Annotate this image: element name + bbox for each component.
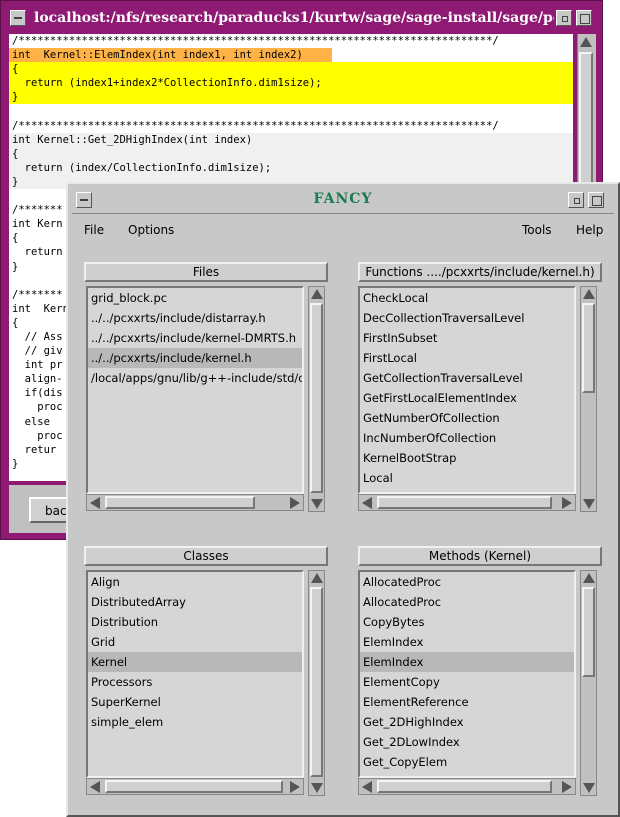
menu-file[interactable]: File <box>84 223 104 237</box>
scroll-thumb[interactable] <box>582 587 595 677</box>
menubar: File Options Tools Help <box>72 216 614 242</box>
files-vertical-scrollbar[interactable] <box>308 286 325 512</box>
list-item[interactable]: ElemIndex <box>360 632 574 652</box>
scroll-down-icon[interactable] <box>583 499 595 509</box>
fancy-title: FANCY <box>313 191 373 207</box>
list-item[interactable]: Get_2DLowIndex <box>360 732 574 752</box>
list-item[interactable]: SuperKernel <box>88 692 302 712</box>
list-item[interactable]: AllocatedProc <box>360 592 574 612</box>
scroll-left-icon[interactable] <box>90 497 100 509</box>
methods-list[interactable]: AllocatedProc AllocatedProc CopyBytes ElemI… <box>358 570 576 778</box>
list-item[interactable]: Get_2DHighIndex <box>360 712 574 732</box>
list-item[interactable]: CopyBytes <box>360 612 574 632</box>
code-line: return (index/CollectionInfo.dim1size); <box>9 160 573 175</box>
list-item[interactable]: IncNumberOfCollection <box>360 428 574 448</box>
methods-vertical-scrollbar[interactable] <box>580 570 597 796</box>
fancy-window: FANCY File Options Tools Help Files grid… <box>66 182 620 817</box>
scroll-up-icon[interactable] <box>583 289 595 299</box>
scroll-thumb[interactable] <box>310 587 323 777</box>
scroll-up-icon[interactable] <box>583 573 595 583</box>
list-item[interactable]: Local <box>360 468 574 488</box>
list-item[interactable]: ElementCopy <box>360 672 574 692</box>
files-list[interactable]: grid_block.pc ../../pcxxrts/include/dista… <box>86 286 304 494</box>
list-item[interactable]: /local/apps/gnu/lib/g++-include/std/cs <box>88 368 302 388</box>
list-item[interactable]: GetFirstLocalElementIndex <box>360 388 574 408</box>
list-item[interactable]: ElemIndex <box>360 652 574 672</box>
menu-help[interactable]: Help <box>576 223 603 237</box>
list-item[interactable]: AllocatedProc <box>360 572 574 592</box>
scroll-thumb[interactable] <box>310 303 323 493</box>
code-line: { <box>9 62 573 77</box>
fancy-titlebar[interactable]: FANCY <box>72 187 614 214</box>
classes-panel-header: Classes <box>84 546 328 566</box>
window-menu-icon[interactable] <box>10 10 26 26</box>
scroll-right-icon[interactable] <box>290 497 300 509</box>
classes-horizontal-scrollbar[interactable] <box>86 778 304 795</box>
classes-vertical-scrollbar[interactable] <box>308 570 325 796</box>
list-item[interactable]: Processors <box>88 672 302 692</box>
methods-panel-header: Methods (Kernel) <box>358 546 602 566</box>
code-viewer-title: localhost:/nfs/research/paraducks1/kurtw… <box>34 10 554 26</box>
scroll-left-icon[interactable] <box>90 781 100 793</box>
files-panel-header: Files <box>84 262 328 282</box>
maximize-icon[interactable] <box>576 10 592 26</box>
list-item[interactable]: Get_CopyElem <box>360 752 574 772</box>
list-item[interactable]: Align <box>88 572 302 592</box>
scroll-left-icon[interactable] <box>362 497 372 509</box>
list-item[interactable]: Distribution <box>88 612 302 632</box>
maximize-icon[interactable] <box>588 192 604 208</box>
scroll-left-icon[interactable] <box>362 781 372 793</box>
list-item[interactable]: DecCollectionTraversalLevel <box>360 308 574 328</box>
classes-list[interactable]: Align DistributedArray Distribution Grid Ker… <box>86 570 304 778</box>
functions-panel-header: Functions ..../pcxxrts/include/kernel.h) <box>358 262 602 282</box>
list-item[interactable]: simple_elem <box>88 712 302 732</box>
scroll-right-icon[interactable] <box>562 497 572 509</box>
functions-vertical-scrollbar[interactable] <box>580 286 597 512</box>
menu-options[interactable]: Options <box>128 223 174 237</box>
minimize-icon[interactable] <box>556 10 572 26</box>
list-item[interactable]: ../../pcxxrts/include/kernel.h <box>88 348 302 368</box>
scroll-thumb[interactable] <box>105 496 255 509</box>
scroll-down-icon[interactable] <box>311 783 323 793</box>
list-item[interactable]: GetNumberOfCollection <box>360 408 574 428</box>
list-item[interactable]: FirstLocal <box>360 348 574 368</box>
scroll-down-icon[interactable] <box>583 783 595 793</box>
list-item[interactable]: ../../pcxxrts/include/kernel-DMRTS.h <box>88 328 302 348</box>
scroll-down-icon[interactable] <box>311 499 323 509</box>
list-item[interactable]: ElementReference <box>360 692 574 712</box>
scroll-right-icon[interactable] <box>562 781 572 793</box>
scroll-up-icon[interactable] <box>311 289 323 299</box>
code-line: int Kernel::Get_2DHighIndex(int index) <box>9 132 573 147</box>
list-item[interactable]: Grid <box>88 632 302 652</box>
list-item[interactable]: GetCollectionTraversalLevel <box>360 368 574 388</box>
menu-tools[interactable]: Tools <box>522 223 552 237</box>
list-item[interactable]: KernelBootStrap <box>360 448 574 468</box>
scroll-thumb[interactable] <box>105 780 283 793</box>
scroll-thumb[interactable] <box>377 780 552 793</box>
scroll-thumb[interactable] <box>582 303 595 393</box>
scroll-thumb[interactable] <box>377 496 552 509</box>
code-line: return (index1+index2*CollectionInfo.dim… <box>9 76 573 91</box>
scroll-up-icon[interactable] <box>311 573 323 583</box>
code-viewer-titlebar[interactable]: localhost:/nfs/research/paraducks1/kurtw… <box>4 4 599 32</box>
code-line: int Kernel::ElemIndex(int index1, int in… <box>9 48 332 63</box>
scroll-right-icon[interactable] <box>290 781 300 793</box>
code-line: } <box>9 90 573 105</box>
list-item[interactable]: FirstInSubset <box>360 328 574 348</box>
code-line: /***************************************… <box>12 119 499 132</box>
minimize-icon[interactable] <box>568 192 584 208</box>
list-item[interactable]: Kernel <box>88 652 302 672</box>
list-item[interactable]: ../../pcxxrts/include/distarray.h <box>88 308 302 328</box>
list-item[interactable]: DistributedArray <box>88 592 302 612</box>
list-item[interactable]: CheckLocal <box>360 288 574 308</box>
list-item[interactable]: grid_block.pc <box>88 288 302 308</box>
functions-horizontal-scrollbar[interactable] <box>358 494 576 511</box>
functions-list[interactable]: CheckLocal DecCollectionTraversalLevel Fir… <box>358 286 576 494</box>
methods-horizontal-scrollbar[interactable] <box>358 778 576 795</box>
code-line: { <box>9 146 573 161</box>
files-horizontal-scrollbar[interactable] <box>86 494 304 511</box>
scroll-up-icon[interactable] <box>580 37 592 47</box>
code-line: /***************************************… <box>12 35 499 47</box>
